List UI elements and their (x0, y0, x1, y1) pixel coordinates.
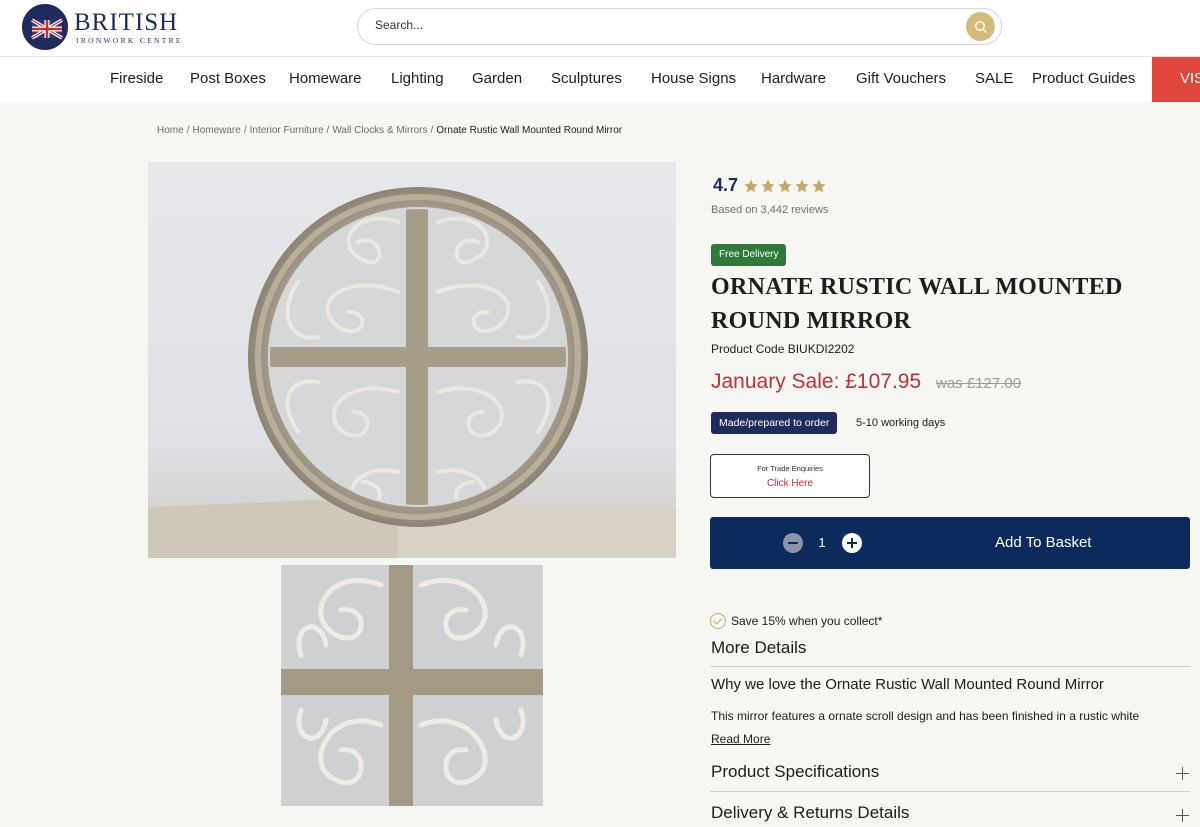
brand-subtitle: IRONWORK CENTRE (76, 35, 183, 45)
breadcrumb-homeware[interactable]: Homeware (192, 125, 240, 136)
search-bar (357, 8, 1002, 45)
nav-item-garden[interactable]: Garden (472, 70, 522, 87)
breadcrumb-interior-furniture[interactable]: Interior Furniture (250, 125, 324, 136)
nav-cta-button[interactable]: VIS (1152, 57, 1200, 102)
quantity-increase-button[interactable] (842, 533, 862, 553)
why-we-love-heading: Why we love the Ornate Rustic Wall Mount… (711, 676, 1104, 693)
union-flag-logo-icon (22, 4, 68, 50)
search-input[interactable] (375, 18, 935, 32)
plus-icon[interactable] (1176, 809, 1189, 822)
product-rating: 4.7 (713, 175, 827, 196)
more-details-heading: More Details (711, 638, 807, 657)
divider (710, 666, 1190, 667)
nav-item-homeware[interactable]: Homeware (289, 70, 362, 87)
trade-enquiries-label: For Trade Enquiries (757, 464, 823, 473)
star-icon (778, 178, 792, 192)
was-price: was £127.00 (936, 375, 1022, 392)
trade-enquiries-link[interactable]: Click Here (711, 478, 869, 489)
star-icon (795, 178, 809, 192)
search-button[interactable] (966, 12, 995, 41)
product-title: ORNATE RUSTIC WALL MOUNTED ROUND MIRROR (711, 274, 1123, 334)
delivery-returns-accordion[interactable]: Delivery & Returns Details (711, 803, 909, 823)
nav-item-hardware[interactable]: Hardware (761, 70, 826, 87)
nav-item-fireside[interactable]: Fireside (110, 70, 163, 87)
brand-title: BRITISH (74, 8, 179, 36)
rating-stars (743, 178, 827, 194)
product-description: This mirror features a ornate scroll des… (711, 709, 1140, 723)
rating-value: 4.7 (713, 175, 739, 195)
nav-item-sale[interactable]: SALE (975, 70, 1013, 87)
divider (710, 791, 1190, 792)
nav-item-gift-vouchers[interactable]: Gift Vouchers (856, 70, 946, 87)
product-code: Product Code BIUKDI2202 (711, 342, 855, 356)
quantity-value[interactable]: 1 (815, 535, 829, 550)
product-specifications-accordion[interactable]: Product Specifications (711, 762, 879, 782)
nav-item-lighting[interactable]: Lighting (391, 70, 444, 87)
collect-offer-text: Save 15% when you collect* (731, 614, 883, 628)
site-logo[interactable]: BRITISH IRONWORK CENTRE (22, 4, 183, 50)
star-icon (812, 178, 826, 192)
check-circle-icon (710, 613, 726, 629)
search-icon (974, 20, 987, 33)
site-header: BRITISH IRONWORK CENTRE (0, 0, 1200, 57)
nav-item-sculptures[interactable]: Sculptures (551, 70, 622, 87)
review-count[interactable]: Based on 3,442 reviews (711, 204, 828, 216)
trade-enquiries-button[interactable]: For Trade Enquiries Click Here (710, 454, 870, 498)
add-to-basket-button[interactable]: Add To Basket (995, 534, 1091, 551)
product-main-image[interactable] (148, 162, 676, 558)
free-delivery-badge: Free Delivery (711, 244, 787, 266)
breadcrumb-wall-clocks-mirrors[interactable]: Wall Clocks & Mirrors (332, 125, 427, 136)
breadcrumb-home[interactable]: Home (157, 125, 184, 136)
breadcrumb-current: Ornate Rustic Wall Mounted Round Mirror (436, 125, 623, 136)
nav-item-product-guides[interactable]: Product Guides (1032, 70, 1135, 87)
product-thumbnail-image[interactable] (281, 565, 543, 806)
nav-item-post-boxes[interactable]: Post Boxes (190, 70, 266, 87)
nav-item-house-signs[interactable]: House Signs (651, 70, 736, 87)
quantity-decrease-button[interactable] (783, 533, 803, 553)
star-icon (761, 178, 775, 192)
star-icon (744, 178, 758, 192)
read-more-link[interactable]: Read More (711, 732, 770, 746)
lead-time: 5-10 working days (856, 417, 946, 429)
breadcrumb: Home / Homeware / Interior Furniture / Wall Cl… (157, 125, 623, 136)
sale-price: January Sale: £107.95 (711, 370, 922, 393)
collect-offer: Save 15% when you collect* (710, 613, 882, 629)
made-to-order-badge: Made/prepared to order (711, 412, 838, 434)
main-nav: Fireside Post Boxes Homeware Lighting Ga… (0, 57, 1200, 102)
add-to-basket-bar: 1 Add To Basket (710, 517, 1190, 569)
plus-icon[interactable] (1176, 767, 1189, 780)
